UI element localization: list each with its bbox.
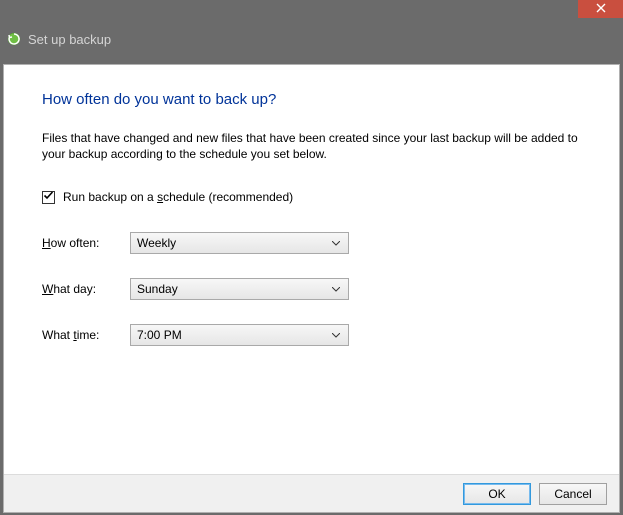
how-often-label: How often: (42, 236, 130, 250)
what-day-label: What day: (42, 282, 130, 296)
window-close-button[interactable] (578, 0, 623, 18)
schedule-checkbox[interactable] (42, 191, 55, 204)
ok-button[interactable]: OK (463, 483, 531, 505)
dialog-description: Files that have changed and new files th… (42, 130, 581, 162)
schedule-checkbox-label: Run backup on a schedule (recommended) (63, 190, 293, 204)
chevron-down-icon (328, 333, 344, 338)
cancel-button[interactable]: Cancel (539, 483, 607, 505)
chevron-down-icon (328, 287, 344, 292)
what-day-select[interactable]: Sunday (130, 278, 349, 300)
checkmark-icon (43, 190, 54, 204)
wizard-title: Set up backup (28, 32, 111, 47)
chevron-down-icon (328, 241, 344, 246)
dialog: How often do you want to back up? Files … (3, 64, 620, 513)
backup-wizard-icon (6, 31, 22, 47)
titlebar (0, 0, 623, 18)
wizard-header: Set up backup (0, 18, 623, 60)
what-time-label: What time: (42, 328, 130, 342)
button-bar: OK Cancel (4, 474, 619, 512)
how-often-select[interactable]: Weekly (130, 232, 349, 254)
what-time-row: What time: 7:00 PM (42, 324, 581, 346)
what-day-value: Sunday (137, 282, 178, 296)
dialog-content: How often do you want to back up? Files … (4, 65, 619, 474)
how-often-value: Weekly (137, 236, 176, 250)
close-icon (596, 2, 606, 16)
schedule-checkbox-row: Run backup on a schedule (recommended) (42, 190, 581, 204)
dialog-heading: How often do you want to back up? (42, 91, 581, 108)
what-day-row: What day: Sunday (42, 278, 581, 300)
what-time-value: 7:00 PM (137, 328, 182, 342)
what-time-select[interactable]: 7:00 PM (130, 324, 349, 346)
how-often-row: How often: Weekly (42, 232, 581, 254)
